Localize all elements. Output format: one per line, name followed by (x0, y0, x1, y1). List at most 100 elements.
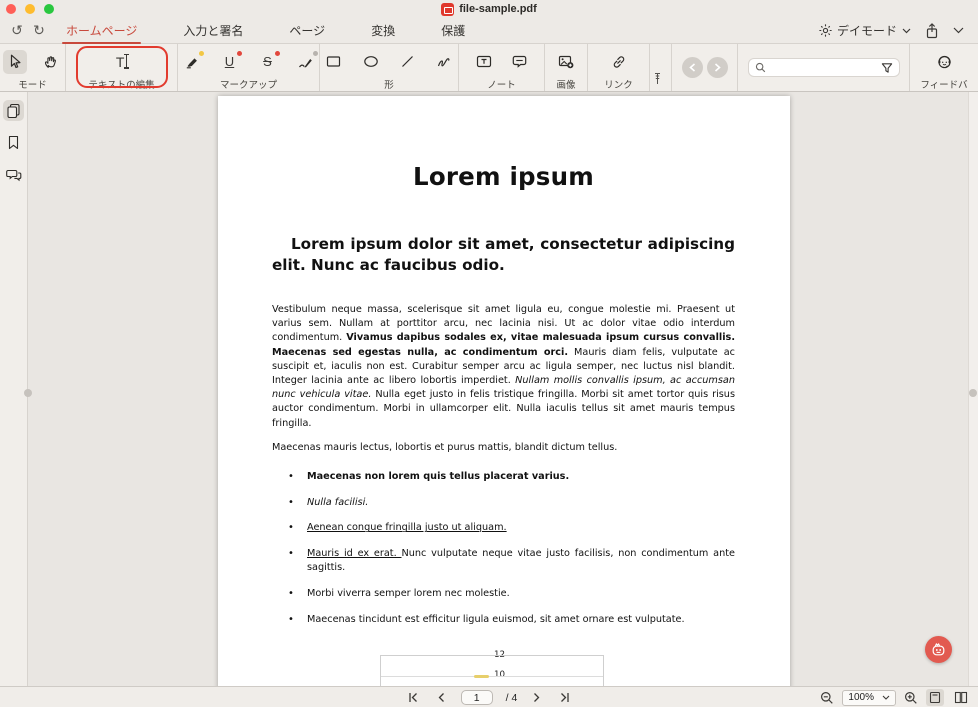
select-tool-button[interactable] (3, 50, 27, 74)
tab-convert[interactable]: 変換 (369, 18, 397, 43)
line-shape-button[interactable] (396, 50, 420, 74)
ellipse-shape-button[interactable] (359, 50, 383, 74)
group-link: リンク (588, 44, 650, 91)
zoom-out-button[interactable] (820, 691, 834, 705)
chevron-right-icon (714, 63, 721, 72)
text-edit-icon: T (116, 54, 127, 70)
day-mode-toggle[interactable]: デイモード (819, 22, 911, 39)
right-panel-handle[interactable] (969, 389, 977, 397)
first-page-icon (408, 692, 419, 703)
single-page-icon (929, 691, 941, 704)
group-shapes-label: 形 (384, 77, 394, 91)
chevron-down-icon (902, 28, 911, 34)
freehand-shape-button[interactable] (433, 50, 457, 74)
last-page-icon (559, 692, 570, 703)
help-bot-button[interactable] (925, 636, 952, 663)
underline-button[interactable]: U (218, 50, 242, 74)
last-page-button[interactable] (557, 690, 571, 706)
group-text-edit-label: テキストの編集 (88, 77, 154, 91)
feedback-button[interactable] (932, 50, 956, 74)
two-page-view-button[interactable] (952, 689, 970, 706)
next-page-button[interactable] (530, 690, 544, 706)
document-viewport[interactable]: Lorem ipsum Lorem ipsum dolor sit amet, … (28, 92, 968, 686)
page-number-input[interactable] (461, 690, 493, 705)
marker-pen-icon (298, 55, 313, 69)
doc-paragraph-1: Vestibulum neque massa, scelerisque sit … (272, 303, 735, 431)
ellipse-icon (363, 55, 379, 68)
zoom-level-value: 100% (848, 692, 874, 703)
collapse-toolbar-icon[interactable] (953, 27, 964, 34)
rectangle-shape-button[interactable] (322, 50, 346, 74)
share-icon[interactable] (925, 23, 939, 39)
zoom-in-button[interactable] (904, 691, 918, 705)
insert-image-button[interactable] (554, 50, 578, 74)
single-page-view-button[interactable] (926, 689, 944, 706)
search-icon (755, 62, 766, 73)
scribble-icon (437, 55, 452, 68)
group-feedback-label: フィードバ (920, 77, 967, 91)
highlighter-icon (185, 55, 199, 69)
gridline (381, 676, 603, 677)
tab-protect[interactable]: 保護 (439, 18, 467, 43)
doc-bullet-list: Maecenas non lorem quis tellus placerat … (272, 470, 735, 627)
hand-icon (43, 54, 58, 69)
group-clipped-tool (650, 44, 672, 91)
status-bar: / 4 100% (0, 686, 978, 707)
undo-icon[interactable]: ↺ (6, 22, 28, 39)
list-item: Aenean congue fringilla justo ut aliquam… (272, 521, 735, 535)
list-item: Maecenas tincidunt est efficitur ligula … (272, 613, 735, 627)
tab-pages[interactable]: ページ (287, 18, 327, 43)
search-field[interactable] (748, 58, 900, 77)
link-icon (612, 55, 626, 69)
doc-title: Lorem ipsum (272, 162, 735, 191)
group-mode-label: モード (18, 77, 47, 91)
insert-link-button[interactable] (607, 50, 631, 74)
chart-plot-area (380, 655, 604, 686)
list-item: Maecenas non lorem quis tellus placerat … (272, 470, 735, 484)
day-mode-label: デイモード (837, 22, 897, 39)
support-headset-icon (936, 53, 953, 70)
pdf-page[interactable]: Lorem ipsum Lorem ipsum dolor sit amet, … (218, 96, 790, 686)
redo-icon[interactable]: ↻ (28, 22, 50, 39)
underline-icon: U (225, 54, 234, 69)
underline-color-badge (237, 51, 242, 56)
sidebar-item-bookmarks[interactable] (3, 132, 24, 153)
group-mode: モード (0, 44, 66, 91)
next-result-button[interactable] (707, 57, 728, 78)
group-markup-label: マークアップ (220, 77, 277, 91)
group-link-label: リンク (604, 77, 633, 91)
strikeout-button[interactable]: S (256, 50, 280, 74)
zoom-level-select[interactable]: 100% (842, 690, 896, 706)
group-search (738, 44, 910, 91)
clipped-tool-icon (654, 72, 661, 85)
previous-page-button[interactable] (434, 690, 448, 706)
page-total-label: / 4 (506, 692, 518, 704)
tab-fill-and-sign[interactable]: 入力と署名 (181, 18, 245, 43)
comment-note-button[interactable] (508, 50, 532, 74)
edit-text-button[interactable]: T (110, 50, 134, 74)
two-page-icon (954, 691, 968, 704)
tab-home[interactable]: ホームページ (64, 18, 139, 43)
strikeout-icon: S (263, 54, 272, 69)
bookmark-icon (7, 135, 20, 150)
text-box-button[interactable] (472, 50, 496, 74)
zoom-in-icon (904, 691, 918, 705)
window-title: file-sample.pdf (459, 3, 537, 15)
search-input[interactable] (770, 62, 877, 73)
filter-funnel-icon[interactable] (881, 62, 893, 74)
squiggly-button[interactable] (294, 50, 318, 74)
highlight-button[interactable] (180, 50, 204, 74)
first-page-button[interactable] (407, 690, 421, 706)
doc-subtitle: Lorem ipsum dolor sit amet, consectetur … (272, 234, 735, 275)
group-text-edit: T テキストの編集 (66, 44, 178, 91)
doc-paragraph-2: Maecenas mauris lectus, lobortis et puru… (272, 441, 735, 455)
cursor-icon (8, 54, 22, 69)
toolbar: モード T テキストの編集 U S (0, 44, 978, 92)
sidebar-resize-handle[interactable] (24, 389, 32, 397)
robot-icon (930, 641, 947, 658)
hand-tool-button[interactable] (39, 50, 63, 74)
sidebar-item-annotations[interactable] (3, 164, 24, 185)
sidebar-item-thumbnails[interactable] (3, 100, 24, 121)
previous-result-button[interactable] (682, 57, 703, 78)
pdf-file-icon (441, 3, 454, 16)
